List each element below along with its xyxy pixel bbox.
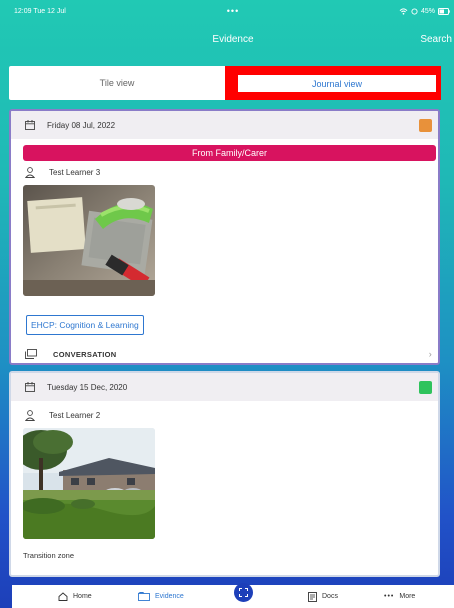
evidence-card[interactable]: Friday 08 Jul, 2022 From Family/Carer Te… xyxy=(9,109,440,365)
desk-photo-image xyxy=(23,185,155,296)
status-indicator xyxy=(419,381,432,394)
source-badge: From Family/Carer xyxy=(23,145,436,161)
scan-icon xyxy=(239,588,248,597)
journal-view-label: Journal view xyxy=(311,78,363,89)
tile-view-tab[interactable]: Tile view xyxy=(9,66,225,100)
journal-view-inner: Journal view xyxy=(238,75,436,92)
scan-button[interactable] xyxy=(234,583,253,602)
view-toggle: Tile view Journal view xyxy=(9,66,441,100)
card-header: Tuesday 15 Dec, 2020 xyxy=(11,373,438,401)
evidence-photo[interactable] xyxy=(23,428,155,539)
learner-row: Test Learner 3 xyxy=(11,163,438,181)
wifi-icon xyxy=(399,7,408,15)
tab-docs-label: Docs xyxy=(322,593,338,600)
search-button[interactable]: Search xyxy=(420,34,452,45)
tab-home[interactable]: Home xyxy=(58,592,92,601)
person-icon xyxy=(25,166,35,178)
learner-name: Test Learner 2 xyxy=(49,410,101,420)
calendar-icon xyxy=(25,120,35,130)
evidence-caption: Transition zone xyxy=(23,551,74,560)
evidence-icon xyxy=(138,592,150,601)
conversation-icon xyxy=(25,349,37,359)
tab-more-label: More xyxy=(399,593,416,600)
tab-home-label: Home xyxy=(73,593,92,600)
more-icon: ••• xyxy=(384,593,395,600)
tab-docs[interactable]: Docs xyxy=(308,591,338,602)
status-right: 45% xyxy=(399,7,450,15)
tab-evidence-label: Evidence xyxy=(155,593,184,600)
card-date: Tuesday 15 Dec, 2020 xyxy=(47,382,128,392)
tab-evidence[interactable]: Evidence xyxy=(138,592,184,601)
tab-more[interactable]: ••• More xyxy=(384,593,415,600)
learner-row: Test Learner 2 xyxy=(11,406,438,424)
conversation-label: CONVERSATION xyxy=(53,349,117,359)
battery-icon xyxy=(438,7,450,15)
tag-row: EHCP: Cognition & Learning xyxy=(11,296,438,335)
calendar-icon xyxy=(25,382,35,392)
status-indicator xyxy=(419,119,432,132)
nav-header: Evidence Search xyxy=(12,22,454,56)
journal-view-tab[interactable]: Journal view xyxy=(225,66,441,100)
home-icon xyxy=(58,592,68,601)
tab-bar: Home Evidence Docs ••• More xyxy=(12,583,454,608)
tile-view-label: Tile view xyxy=(99,78,135,88)
building-photo-image xyxy=(23,428,155,539)
multitask-dots[interactable]: ••• xyxy=(227,6,239,16)
docs-icon xyxy=(308,591,317,602)
conversation-row[interactable]: CONVERSATION › xyxy=(11,349,438,359)
framework-tag[interactable]: EHCP: Cognition & Learning xyxy=(26,315,144,335)
status-time: 12:09 Tue 12 Jul xyxy=(14,7,66,15)
card-date: Friday 08 Jul, 2022 xyxy=(47,120,116,130)
card-header: Friday 08 Jul, 2022 xyxy=(11,111,438,139)
learner-name: Test Learner 3 xyxy=(49,167,101,177)
evidence-card[interactable]: Tuesday 15 Dec, 2020 Test Learner 2 Tran xyxy=(9,371,440,577)
status-bar: 12:09 Tue 12 Jul ••• 45% xyxy=(12,0,454,22)
person-icon xyxy=(25,409,35,421)
lock-rotation-icon xyxy=(411,7,418,15)
page-title: Evidence xyxy=(212,33,254,45)
evidence-photo[interactable] xyxy=(23,185,155,296)
battery-percent: 45% xyxy=(420,7,435,15)
chevron-right-icon: › xyxy=(428,349,432,359)
